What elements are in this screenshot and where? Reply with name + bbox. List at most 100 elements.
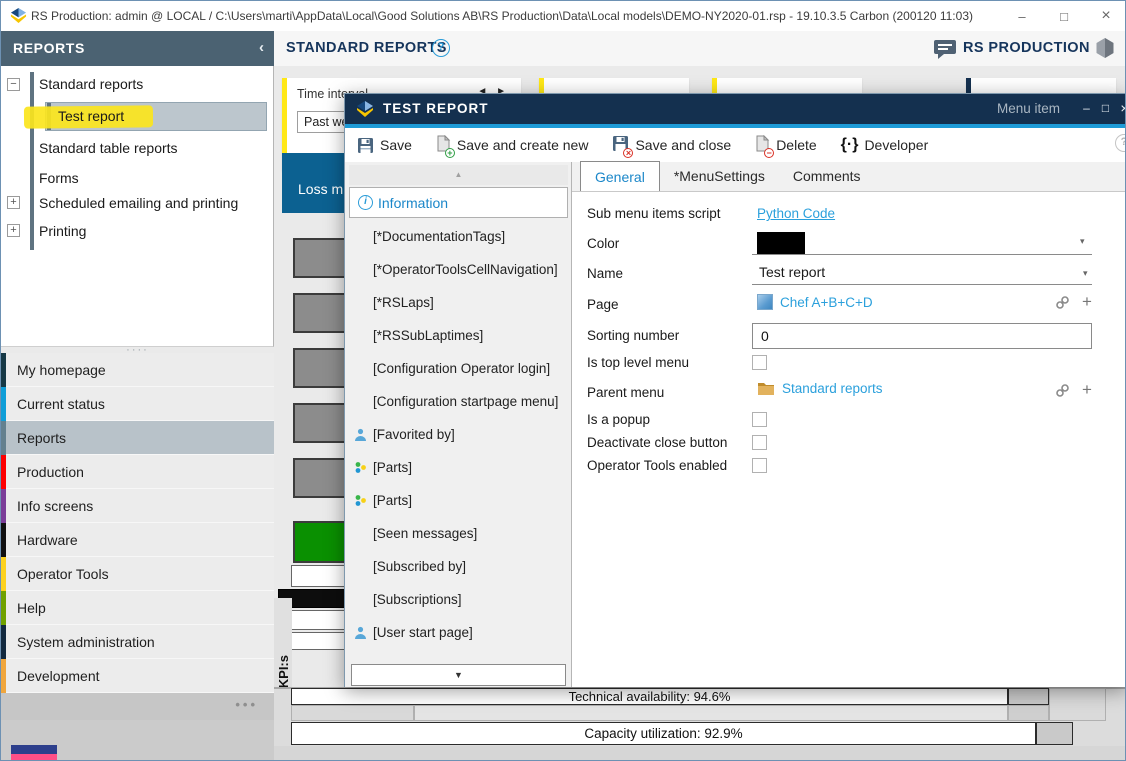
developer-button[interactable]: {·} Developer bbox=[841, 136, 929, 154]
kpi-remainder bbox=[1036, 722, 1073, 745]
feedback-chat-icon[interactable] bbox=[934, 40, 956, 59]
brand-flag-icon bbox=[11, 745, 57, 761]
tab-general[interactable]: General bbox=[580, 161, 660, 191]
nav-item-help[interactable]: Help bbox=[1, 591, 274, 625]
chevron-down-icon[interactable]: ▾ bbox=[1083, 268, 1088, 279]
nav-item-my-homepage[interactable]: My homepage bbox=[1, 353, 274, 387]
bottom-strip bbox=[274, 746, 1126, 761]
list-item[interactable]: [Subscribed by] bbox=[345, 550, 571, 583]
field-label: Parent menu bbox=[587, 385, 664, 400]
sidebar-title: REPORTS bbox=[13, 31, 85, 66]
tab-bar: General *MenuSettings Comments bbox=[572, 162, 1126, 192]
brand-logo-text: RS PRODUCTION bbox=[963, 31, 1090, 66]
list-item[interactable]: [Configuration startpage menu] bbox=[345, 385, 571, 418]
dialog-type-label: Menu item bbox=[997, 94, 1060, 124]
chevron-down-icon[interactable]: ▾ bbox=[1080, 236, 1085, 247]
nav-item-reports[interactable]: Reports bbox=[1, 421, 274, 455]
list-item[interactable]: [Configuration Operator login] bbox=[345, 352, 571, 385]
kpi-technical-availability-bar: Technical availability: 94.6% bbox=[291, 688, 1008, 705]
nav-item-current-status[interactable]: Current status bbox=[1, 387, 274, 421]
tree-item-standard-reports[interactable]: Standard reports bbox=[39, 76, 143, 92]
add-icon[interactable]: + bbox=[1082, 382, 1092, 398]
window-maximize-button[interactable]: □ bbox=[1043, 1, 1085, 31]
color-swatch[interactable] bbox=[757, 232, 805, 254]
test-report-dialog: TEST REPORT Menu item – □ × Save bbox=[344, 93, 1126, 687]
nav-item-production[interactable]: Production bbox=[1, 455, 274, 489]
field-underline bbox=[752, 284, 1092, 285]
link-icon[interactable] bbox=[1055, 383, 1070, 398]
dialog-minimize-button[interactable]: – bbox=[1077, 94, 1096, 124]
nav-item-info-screens[interactable]: Info screens bbox=[1, 489, 274, 523]
expander-expand-icon[interactable]: + bbox=[7, 196, 20, 209]
kpi-cell bbox=[1008, 705, 1049, 721]
sidebar-header: REPORTS ‹ bbox=[1, 31, 274, 66]
window-close-button[interactable]: × bbox=[1085, 1, 1126, 31]
tab-menusettings[interactable]: *MenuSettings bbox=[660, 161, 779, 191]
tree-item-test-report[interactable]: Test report bbox=[58, 108, 124, 124]
tree-item-scheduled-emailing[interactable]: Scheduled emailing and printing bbox=[39, 195, 238, 211]
list-item[interactable]: [*OperatorToolsCellNavigation] bbox=[345, 253, 571, 286]
brand-hexagon-icon bbox=[1096, 38, 1114, 58]
list-bottom-dropdown[interactable]: ▼ bbox=[351, 664, 566, 686]
app-window: RS Production: admin @ LOCAL / C:\Users\… bbox=[0, 0, 1126, 761]
window-minimize-button[interactable]: – bbox=[1001, 1, 1043, 31]
floppy-icon bbox=[357, 137, 374, 154]
overflow-menu-button[interactable]: ••• bbox=[235, 697, 258, 712]
is-a-popup-checkbox[interactable] bbox=[752, 412, 767, 427]
content-header: STANDARD REPORTS ? RS PRODUCTION bbox=[274, 31, 1126, 66]
sidebar-collapse-icon[interactable]: ‹ bbox=[259, 31, 264, 66]
name-value[interactable]: Test report bbox=[759, 264, 825, 280]
expander-collapse-icon[interactable]: − bbox=[7, 78, 20, 91]
tree-item-standard-table-reports[interactable]: Standard table reports bbox=[39, 140, 178, 156]
save-and-close-button[interactable]: × Save and close bbox=[612, 135, 731, 155]
tree-guide-line bbox=[30, 72, 34, 250]
parent-menu-reference[interactable]: Standard reports bbox=[757, 381, 883, 396]
field-label: Deactivate close button bbox=[587, 435, 727, 450]
is-top-level-menu-checkbox[interactable] bbox=[752, 355, 767, 370]
deactivate-close-button-checkbox[interactable] bbox=[752, 435, 767, 450]
list-item[interactable]: [*RSSubLaptimes] bbox=[345, 319, 571, 352]
list-item[interactable]: [Seen messages] bbox=[345, 517, 571, 550]
list-item[interactable]: [Parts] bbox=[345, 451, 571, 484]
expander-expand-icon[interactable]: + bbox=[7, 224, 20, 237]
page-reference[interactable]: Chef A+B+C+D bbox=[757, 294, 873, 310]
save-button[interactable]: Save bbox=[357, 137, 412, 154]
dialog-nav-list: ▲ i Information [*DocumentationTags] [*O… bbox=[345, 162, 572, 687]
save-and-create-new-button[interactable]: + Save and create new bbox=[436, 135, 589, 155]
nav-item-development[interactable]: Development bbox=[1, 659, 274, 693]
list-item[interactable]: [Favorited by] bbox=[345, 418, 571, 451]
parts-icon bbox=[354, 494, 367, 507]
tab-comments[interactable]: Comments bbox=[779, 161, 875, 191]
dialog-maximize-button[interactable]: □ bbox=[1096, 94, 1115, 124]
list-item[interactable]: [*RSLaps] bbox=[345, 286, 571, 319]
main-navigation: My homepage Current status Reports Produ… bbox=[1, 353, 274, 693]
dialog-help-icon[interactable]: ? bbox=[1115, 134, 1126, 152]
info-icon: i bbox=[358, 195, 373, 210]
kpi-remainder bbox=[1008, 688, 1049, 705]
tree-item-printing[interactable]: Printing bbox=[39, 223, 86, 239]
window-title: RS Production: admin @ LOCAL / C:\Users\… bbox=[31, 1, 973, 31]
delete-button[interactable]: − Delete bbox=[755, 135, 816, 155]
nav-item-operator-tools[interactable]: Operator Tools bbox=[1, 557, 274, 591]
sorting-number-input[interactable] bbox=[752, 323, 1092, 349]
link-icon[interactable] bbox=[1055, 295, 1070, 310]
dialog-close-button[interactable]: × bbox=[1115, 94, 1126, 124]
list-item[interactable]: [User start page] bbox=[345, 616, 571, 649]
tree-item-forms[interactable]: Forms bbox=[39, 170, 79, 186]
list-item[interactable]: [*DocumentationTags] bbox=[345, 220, 571, 253]
scroll-up-button[interactable]: ▲ bbox=[349, 165, 568, 185]
nav-item-system-administration[interactable]: System administration bbox=[1, 625, 274, 659]
kpi-cell bbox=[1049, 688, 1106, 721]
page-title: STANDARD REPORTS bbox=[286, 31, 447, 66]
python-code-link[interactable]: Python Code bbox=[757, 206, 835, 221]
operator-tools-enabled-checkbox[interactable] bbox=[752, 458, 767, 473]
help-icon[interactable]: ? bbox=[432, 39, 450, 57]
list-item[interactable]: [Subscriptions] bbox=[345, 583, 571, 616]
report-tree: − Standard reports Test report Standard … bbox=[1, 66, 274, 347]
add-icon[interactable]: + bbox=[1082, 294, 1092, 310]
page-tile-icon bbox=[757, 294, 773, 310]
list-item-information[interactable]: i Information bbox=[349, 187, 568, 218]
nav-item-hardware[interactable]: Hardware bbox=[1, 523, 274, 557]
list-item[interactable]: [Parts] bbox=[345, 484, 571, 517]
field-label: Is top level menu bbox=[587, 355, 689, 370]
